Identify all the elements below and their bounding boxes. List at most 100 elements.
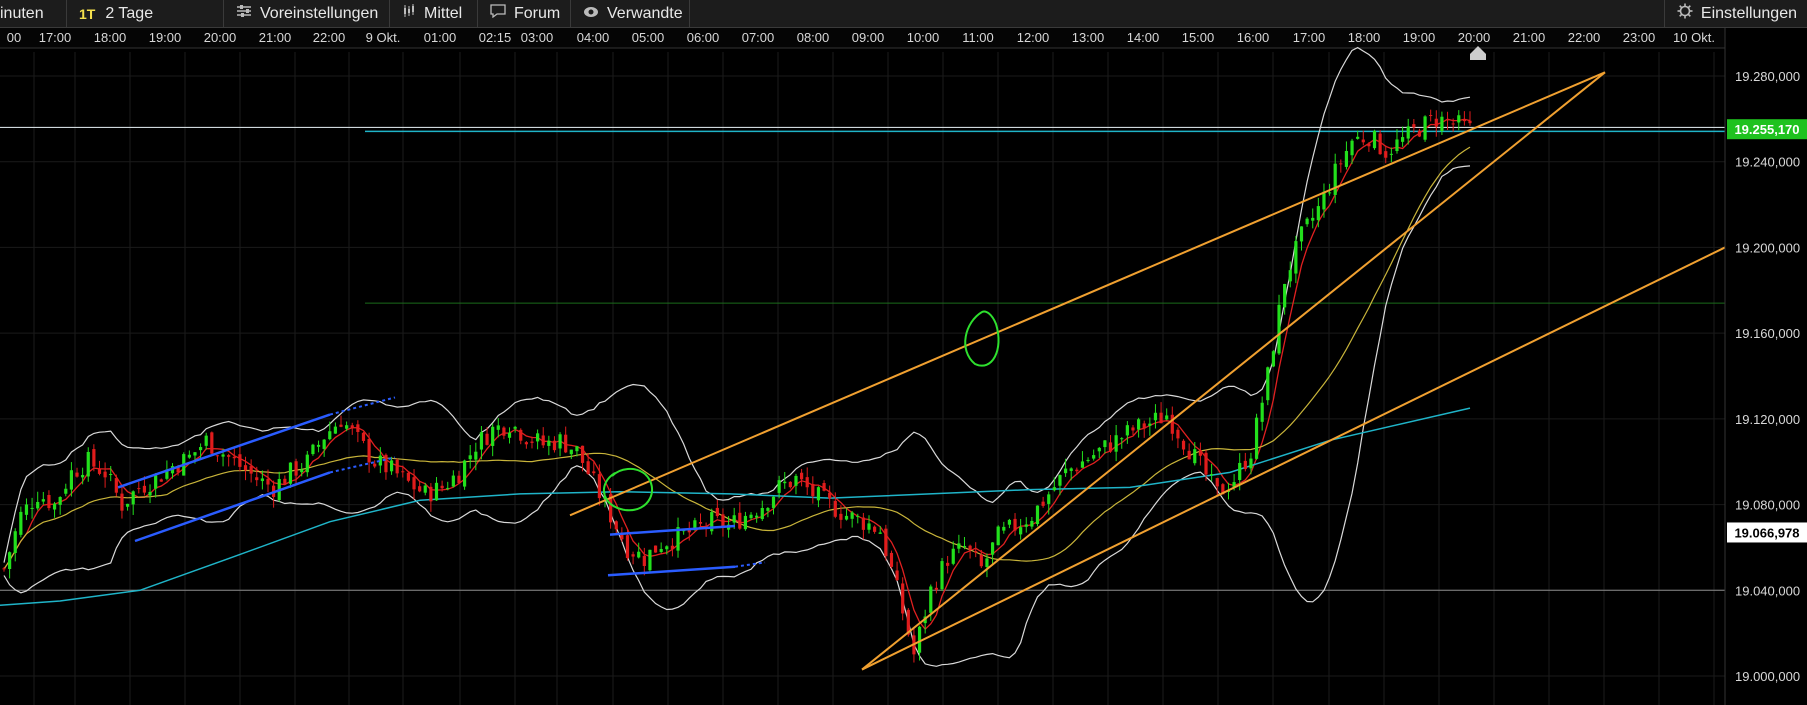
candle-body bbox=[1249, 458, 1253, 469]
candle-body bbox=[283, 478, 287, 484]
candle-body bbox=[434, 482, 439, 501]
candle-body bbox=[249, 466, 253, 474]
candle-body bbox=[1327, 192, 1332, 194]
related-button[interactable]: Verwandte bbox=[571, 0, 690, 27]
candle-body bbox=[1024, 524, 1028, 527]
candle-body bbox=[1316, 206, 1320, 221]
candle-body bbox=[547, 440, 551, 446]
settings-button[interactable]: Einstellungen bbox=[1663, 0, 1807, 27]
candle-body bbox=[889, 552, 894, 567]
candle-body bbox=[558, 434, 562, 449]
candle-body bbox=[103, 471, 107, 478]
candle-body bbox=[743, 515, 748, 530]
candle-body bbox=[462, 460, 467, 487]
candle-body bbox=[446, 487, 450, 489]
trendline-blue-2 bbox=[134, 471, 331, 543]
candle-body bbox=[423, 485, 427, 493]
y-tick-label: 19.000,000 bbox=[1735, 669, 1800, 684]
candle-body bbox=[260, 478, 264, 482]
candle-body bbox=[389, 460, 394, 472]
candle-body bbox=[1468, 120, 1472, 124]
candle-body bbox=[861, 517, 865, 530]
candle-body bbox=[131, 491, 135, 505]
candle-body bbox=[507, 432, 512, 438]
candle-body bbox=[1131, 427, 1135, 431]
candle-body bbox=[1063, 468, 1068, 474]
candle-body bbox=[193, 452, 197, 456]
candle-body bbox=[204, 435, 208, 446]
x-tick-label: 00 bbox=[7, 30, 21, 45]
candle-body bbox=[1002, 526, 1006, 531]
trendline-orange-lower bbox=[861, 246, 1726, 671]
candle-body bbox=[1462, 119, 1466, 122]
candle-body bbox=[979, 554, 983, 567]
candle-body bbox=[406, 472, 411, 481]
candle-body bbox=[1417, 130, 1422, 137]
candle-body bbox=[822, 483, 826, 491]
y-tick-label: 19.160,000 bbox=[1735, 326, 1800, 341]
x-tick-label: 11:00 bbox=[962, 30, 994, 45]
candle-body bbox=[137, 488, 141, 490]
candle-body bbox=[614, 521, 618, 530]
candle-body bbox=[811, 484, 815, 497]
candle-body bbox=[777, 480, 781, 493]
candle-body bbox=[867, 523, 871, 530]
candle-body bbox=[1400, 137, 1405, 142]
candle-body bbox=[1406, 126, 1410, 139]
y-tick-label: 19.080,000 bbox=[1735, 498, 1800, 513]
candle-body bbox=[519, 429, 523, 441]
candle-body bbox=[64, 488, 68, 494]
candle-body bbox=[1305, 218, 1309, 225]
interval-label: inuten bbox=[0, 4, 44, 22]
x-tick-label: 23:00 bbox=[1623, 30, 1656, 45]
candle-body bbox=[401, 471, 405, 473]
candle-body bbox=[1035, 505, 1040, 525]
y-tick-label: 19.280,000 bbox=[1735, 69, 1800, 84]
related-label: Verwandte bbox=[607, 4, 683, 22]
candle-body bbox=[86, 451, 90, 477]
x-tick-label: 06:00 bbox=[687, 30, 720, 45]
x-tick-label: 19:00 bbox=[1403, 30, 1436, 45]
candle-body bbox=[536, 433, 540, 442]
period-selector[interactable]: 1T 2 Tage bbox=[67, 0, 224, 27]
candle-body bbox=[1019, 527, 1023, 535]
candle-body bbox=[52, 503, 57, 510]
candle-body bbox=[13, 531, 17, 553]
presets-button[interactable]: Voreinstellungen bbox=[224, 0, 390, 27]
candle-body bbox=[316, 444, 321, 447]
sliders-icon bbox=[236, 4, 252, 23]
interval-selector[interactable]: inuten bbox=[0, 0, 67, 27]
candle-body bbox=[524, 442, 528, 445]
candle-body bbox=[1159, 412, 1163, 424]
candle-body bbox=[418, 486, 422, 492]
candle-body bbox=[1344, 150, 1349, 167]
candle-body bbox=[974, 551, 978, 553]
candle-body bbox=[1120, 438, 1124, 440]
candle-body bbox=[844, 515, 849, 520]
average-button[interactable]: Mittel bbox=[390, 0, 478, 27]
candle-body bbox=[1092, 455, 1096, 459]
candle-body bbox=[659, 548, 663, 552]
candle-body bbox=[1041, 501, 1045, 506]
candle-body bbox=[266, 478, 270, 485]
x-tick-label: 09:00 bbox=[852, 30, 885, 45]
candle-body bbox=[412, 477, 416, 490]
candle-body bbox=[631, 554, 635, 557]
forum-button[interactable]: Forum bbox=[478, 0, 571, 27]
candle-body bbox=[552, 440, 557, 451]
candle-body bbox=[586, 461, 590, 474]
candle-body bbox=[895, 570, 899, 581]
candle-body bbox=[243, 465, 248, 471]
price-chart[interactable]: 00 17:00 18:00 19:00 20:00 21:00 22:00 9 Okt. 01… bbox=[0, 28, 1807, 705]
candle-body bbox=[125, 503, 130, 507]
candle-body bbox=[154, 475, 158, 489]
trendline-blue-1 bbox=[117, 413, 331, 489]
candle-body bbox=[491, 426, 495, 446]
trendline-blue-4 bbox=[607, 565, 736, 577]
x-tick-label: 08:00 bbox=[797, 30, 830, 45]
candle-body bbox=[788, 481, 792, 488]
candle-body bbox=[592, 471, 596, 474]
candle-body bbox=[496, 425, 500, 430]
candle-body bbox=[288, 462, 293, 484]
candle-body bbox=[1142, 423, 1146, 429]
